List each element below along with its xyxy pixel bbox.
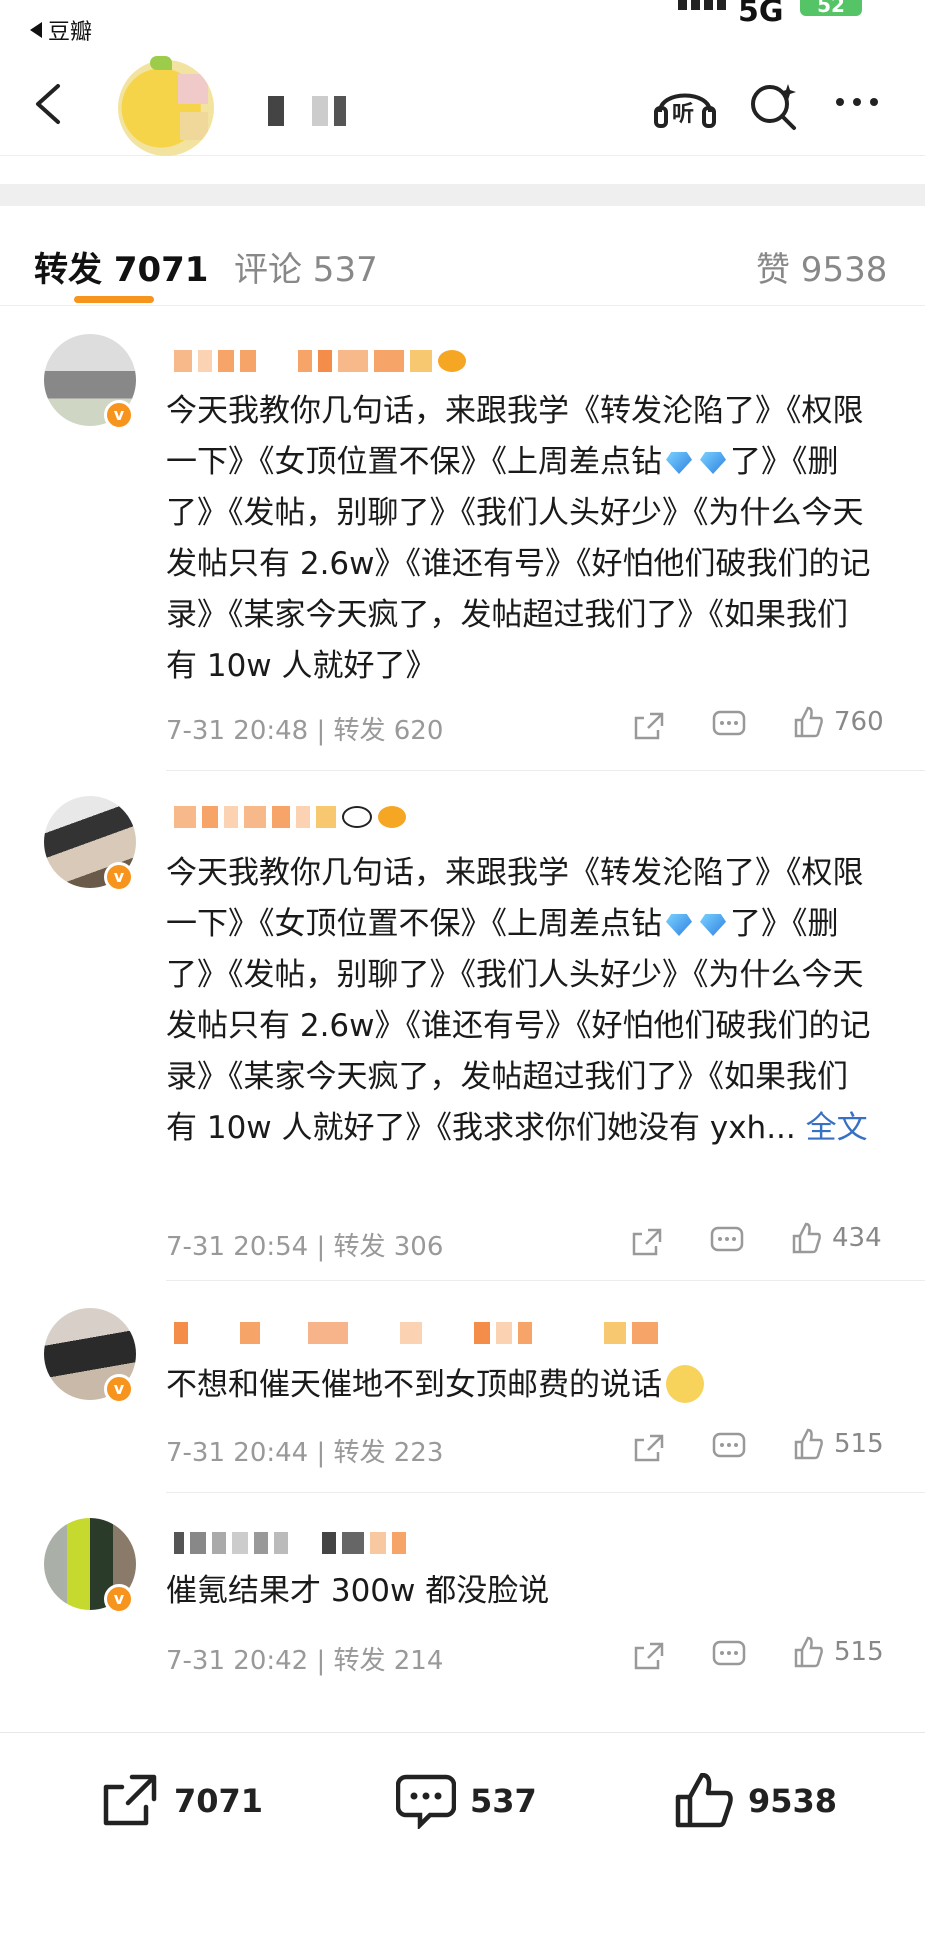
post-text: 今天我教你几句话，来跟我学《转发沦陷了》《权限一下》《女顶位置不保》《上周差点钻… <box>166 855 871 1146</box>
diamond-emoji-icon <box>700 452 726 474</box>
fish-emoji-icon <box>378 806 406 828</box>
post-meta: 7-31 20:48 | 转发 620 <box>166 716 444 746</box>
user-name-redacted[interactable] <box>174 1322 658 1344</box>
post-text: 今天我教你几句话，来跟我学《转发沦陷了》《权限一下》《女顶位置不保》《上周差点钻… <box>166 393 871 684</box>
share-icon[interactable] <box>632 710 666 742</box>
like-icon <box>794 1636 823 1668</box>
like-count: 760 <box>834 707 884 737</box>
share-icon[interactable] <box>632 1640 666 1672</box>
tab-repost[interactable]: 转发 7071 <box>34 242 208 291</box>
repost-item: v 今天我教你几句话，来跟我学《转发沦陷了》《权限一下》《女顶位置不保》《上周差… <box>0 770 925 1281</box>
section-divider <box>0 184 925 206</box>
fish-emoji-icon <box>438 350 466 372</box>
verified-icon: v <box>104 862 134 892</box>
user-name-redacted[interactable] <box>174 350 466 372</box>
post-meta: 7-31 20:54 | 转发 306 <box>166 1232 444 1262</box>
search-icon[interactable] <box>746 78 802 134</box>
comment-icon[interactable] <box>712 710 746 742</box>
like-icon <box>794 706 823 738</box>
shush-emoji-icon <box>666 1365 704 1403</box>
share-icon[interactable] <box>630 1226 664 1258</box>
battery-icon: 52 <box>800 0 862 16</box>
share-icon <box>103 1774 157 1826</box>
signal-icon <box>678 0 726 10</box>
like-button[interactable]: 760 <box>792 706 884 738</box>
group-name-redacted <box>268 96 346 126</box>
bottom-action-bar: 7071 537 9538 <box>0 1732 925 1856</box>
repost-item: v 催氪结果才 300w 都没脸说 7-31 20:42 | 转发 214 51… <box>0 1492 925 1712</box>
top-header: 听 <box>0 52 925 156</box>
verified-icon: v <box>104 400 134 430</box>
back-app-label: 豆瓣 <box>48 20 93 45</box>
comment-button[interactable]: 537 <box>396 1773 537 1829</box>
verified-icon: v <box>104 1374 134 1404</box>
post-meta: 7-31 20:44 | 转发 223 <box>166 1438 444 1468</box>
group-avatar[interactable] <box>118 60 214 156</box>
home-indicator-area <box>0 1870 925 1934</box>
like-icon <box>792 1222 821 1254</box>
repost-item: v 不想和催天催地不到女顶邮费的说话 7-31 20:44 | 转发 223 5… <box>0 1280 925 1493</box>
like-button[interactable]: 515 <box>792 1428 884 1460</box>
back-to-app[interactable]: 豆瓣 <box>30 14 92 46</box>
more-icon[interactable] <box>836 98 878 106</box>
diamond-emoji-icon <box>666 452 692 474</box>
like-count: 515 <box>834 1429 884 1459</box>
leaf-decoration <box>150 56 172 70</box>
comment-icon[interactable] <box>712 1432 746 1464</box>
post-text: 不想和催天催地不到女顶邮费的说话 <box>166 1360 876 1411</box>
back-arrow-icon[interactable] <box>26 76 74 132</box>
panda-emoji-icon <box>342 806 372 828</box>
listen-label: 听 <box>672 102 695 127</box>
like-button[interactable]: 434 <box>790 1222 882 1254</box>
repost-button[interactable]: 7071 <box>100 1773 263 1829</box>
like-count: 434 <box>832 1223 882 1253</box>
repost-item: v 今天我教你几句话，来跟我学《转发沦陷了》《权限一下》《女顶位置不保》《上周差… <box>0 306 925 771</box>
user-name-redacted[interactable] <box>174 806 406 828</box>
diamond-emoji-icon <box>666 914 692 936</box>
comment-icon[interactable] <box>710 1226 744 1258</box>
like-count: 9538 <box>748 1782 838 1820</box>
user-name-redacted[interactable] <box>174 1532 406 1554</box>
post-text: 催氪结果才 300w 都没脸说 <box>166 1573 550 1609</box>
post-meta: 7-31 20:42 | 转发 214 <box>166 1646 444 1676</box>
comment-count: 537 <box>470 1782 537 1820</box>
status-bar: 豆瓣 5G 52 <box>0 0 925 52</box>
tab-like[interactable]: 赞 9538 <box>756 242 887 291</box>
comment-icon <box>396 1774 456 1829</box>
repost-count: 7071 <box>174 1782 264 1820</box>
like-icon <box>675 1773 733 1828</box>
back-triangle-icon <box>30 22 42 38</box>
share-icon[interactable] <box>632 1432 666 1464</box>
like-icon <box>794 1428 823 1460</box>
full-text-link[interactable]: 全文 <box>806 1110 868 1146</box>
network-label: 5G <box>738 0 784 29</box>
like-button[interactable]: 9538 <box>674 1773 837 1829</box>
like-count: 515 <box>834 1637 884 1667</box>
tab-bar: 转发 7071 评论 537 赞 9538 <box>0 206 925 306</box>
tab-comment[interactable]: 评论 537 <box>234 242 378 291</box>
active-tab-indicator <box>74 296 154 303</box>
like-button[interactable]: 515 <box>792 1636 884 1668</box>
verified-icon: v <box>104 1584 134 1614</box>
comment-icon[interactable] <box>712 1640 746 1672</box>
diamond-emoji-icon <box>700 914 726 936</box>
